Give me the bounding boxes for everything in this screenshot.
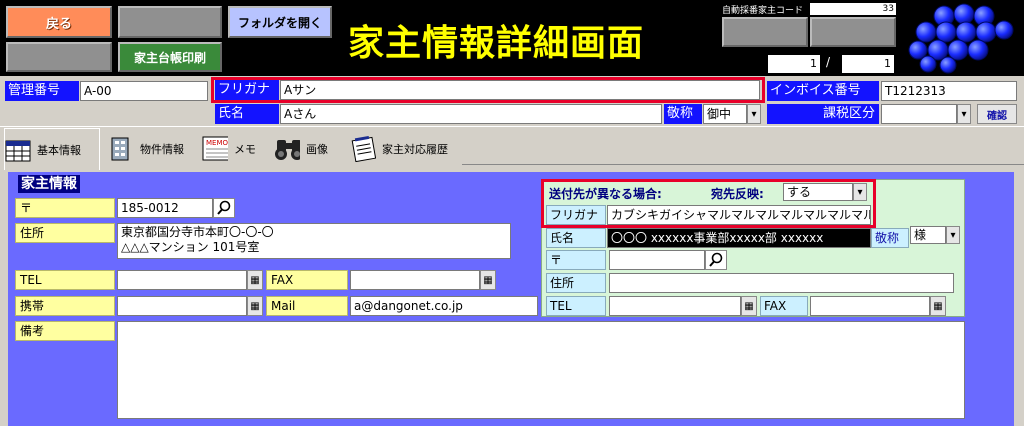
- record-current: 1: [768, 55, 820, 73]
- honorific-select[interactable]: 御中: [703, 104, 747, 124]
- mobile-keypad-icon[interactable]: ▦: [247, 296, 263, 316]
- mobile-label: 携帯: [15, 296, 115, 316]
- alt-name-label: 氏名: [546, 228, 606, 248]
- blank-button-2[interactable]: [6, 42, 112, 72]
- notepad-icon: [350, 136, 376, 162]
- record-total: 1: [842, 55, 894, 73]
- tel-field[interactable]: [117, 270, 247, 290]
- tel-keypad-icon[interactable]: ▦: [247, 270, 263, 290]
- invoice-field[interactable]: T1212313: [881, 81, 1017, 101]
- reflect-dropdown-icon[interactable]: ▾: [853, 183, 867, 201]
- fax-label: FAX: [266, 270, 348, 290]
- tab-images[interactable]: 画像: [274, 134, 340, 164]
- honorific-label: 敬称: [664, 104, 702, 124]
- print-ledger-button[interactable]: 家主台帳印刷: [118, 42, 222, 72]
- confirm-button[interactable]: 確認: [977, 104, 1017, 124]
- alt-furigana-field[interactable]: カブシキガイシャマルマルマルマルマルマルマル: [607, 205, 871, 225]
- print-ledger-label: 家主台帳印刷: [133, 50, 206, 65]
- tab-strip-line: [0, 126, 1024, 127]
- search-icon[interactable]: [213, 198, 235, 218]
- address-field[interactable]: 東京都国分寺市本町〇-〇-〇 △△△マンション 101号室: [117, 223, 511, 259]
- management-no-label: 管理番号: [5, 81, 79, 101]
- alt-zip-field[interactable]: [609, 250, 705, 270]
- honorific-dropdown-icon[interactable]: ▾: [747, 104, 761, 124]
- svg-text:MEMO: MEMO: [206, 139, 228, 147]
- open-folder-button[interactable]: フォルダを開く: [228, 6, 332, 38]
- alt-fax-label: FAX: [760, 296, 808, 316]
- name-field[interactable]: Aさん: [280, 104, 662, 124]
- alt-furigana-label: フリガナ: [546, 205, 606, 225]
- section-title: 家主情報: [18, 175, 80, 193]
- tab-property-info[interactable]: 物件情報: [108, 134, 198, 164]
- blank-button-3[interactable]: [722, 17, 808, 47]
- management-no-field[interactable]: A-00: [80, 81, 208, 101]
- fax-keypad-icon[interactable]: ▦: [480, 270, 496, 290]
- tab-label: 物件情報: [140, 143, 184, 156]
- alt-honorific-select[interactable]: 様: [910, 226, 946, 244]
- tab-label: 家主対応履歴: [382, 143, 448, 156]
- zip-field[interactable]: 185-0012: [117, 198, 213, 218]
- mobile-field[interactable]: [117, 296, 247, 316]
- alt-destination-header: 送付先が異なる場合:: [549, 187, 662, 201]
- calendar-icon: [5, 137, 31, 163]
- open-folder-label: フォルダを開く: [237, 15, 322, 30]
- mail-label: Mail: [266, 296, 348, 316]
- back-button-label: 戻る: [45, 16, 72, 32]
- tax-select[interactable]: [881, 104, 957, 124]
- tab-strip-bottom-line: [462, 164, 1024, 165]
- alt-honorific-label: 敬称: [871, 228, 909, 248]
- alt-address-field[interactable]: [609, 273, 954, 293]
- notes-field[interactable]: [117, 321, 965, 419]
- alt-fax-keypad-icon[interactable]: ▦: [930, 296, 946, 316]
- back-button[interactable]: 戻る: [6, 6, 112, 38]
- mail-field[interactable]: a@dangonet.co.jp: [350, 296, 538, 316]
- furigana-label: フリガナ: [215, 80, 279, 100]
- alt-fax-field[interactable]: [810, 296, 930, 316]
- reflect-select[interactable]: する: [783, 183, 853, 201]
- record-separator: /: [826, 55, 831, 69]
- tab-label: 画像: [306, 143, 328, 156]
- alt-tel-label: TEL: [546, 296, 606, 316]
- tab-landlord-history[interactable]: 家主対応履歴: [350, 134, 460, 164]
- building-icon: [108, 136, 134, 162]
- page-title: 家主情報詳細画面: [348, 22, 645, 64]
- alt-name-field[interactable]: 〇〇〇 xxxxxx事業部xxxxx部 xxxxxx: [607, 228, 871, 248]
- blank-button-1[interactable]: [118, 6, 222, 38]
- notes-label: 備考: [15, 321, 115, 341]
- alt-search-icon[interactable]: [705, 250, 727, 270]
- alt-tel-keypad-icon[interactable]: ▦: [741, 296, 757, 316]
- tab-memo[interactable]: MEMO メモ: [202, 134, 268, 164]
- tab-label: 基本情報: [37, 143, 81, 157]
- tab-basic-info[interactable]: 基本情報: [4, 128, 100, 170]
- name-label: 氏名: [215, 104, 279, 124]
- logo-icon: [908, 3, 1014, 74]
- tab-label: メモ: [234, 143, 256, 156]
- auto-code-label: 自動採番家主コード: [722, 6, 804, 16]
- binoculars-icon: [274, 136, 300, 162]
- alt-zip-label: 〒: [546, 250, 606, 270]
- address-line1: 東京都国分寺市本町〇-〇-〇: [121, 225, 274, 239]
- fax-field[interactable]: [350, 270, 480, 290]
- furigana-field[interactable]: Aサン: [280, 80, 760, 100]
- address-label: 住所: [15, 223, 115, 243]
- auto-code-value: 33: [810, 3, 896, 15]
- invoice-label: インボイス番号: [767, 81, 879, 101]
- alt-address-label: 住所: [546, 273, 606, 293]
- alt-tel-field[interactable]: [609, 296, 741, 316]
- tax-dropdown-icon[interactable]: ▾: [957, 104, 971, 124]
- blank-button-4[interactable]: [810, 17, 896, 47]
- reflect-label: 宛先反映:: [711, 187, 764, 201]
- zip-label: 〒: [15, 198, 115, 218]
- alt-honorific-dropdown-icon[interactable]: ▾: [946, 226, 960, 244]
- address-line2: △△△マンション 101号室: [121, 240, 260, 254]
- memo-icon: MEMO: [202, 136, 228, 162]
- tel-label: TEL: [15, 270, 115, 290]
- tax-label: 課税区分: [767, 104, 879, 124]
